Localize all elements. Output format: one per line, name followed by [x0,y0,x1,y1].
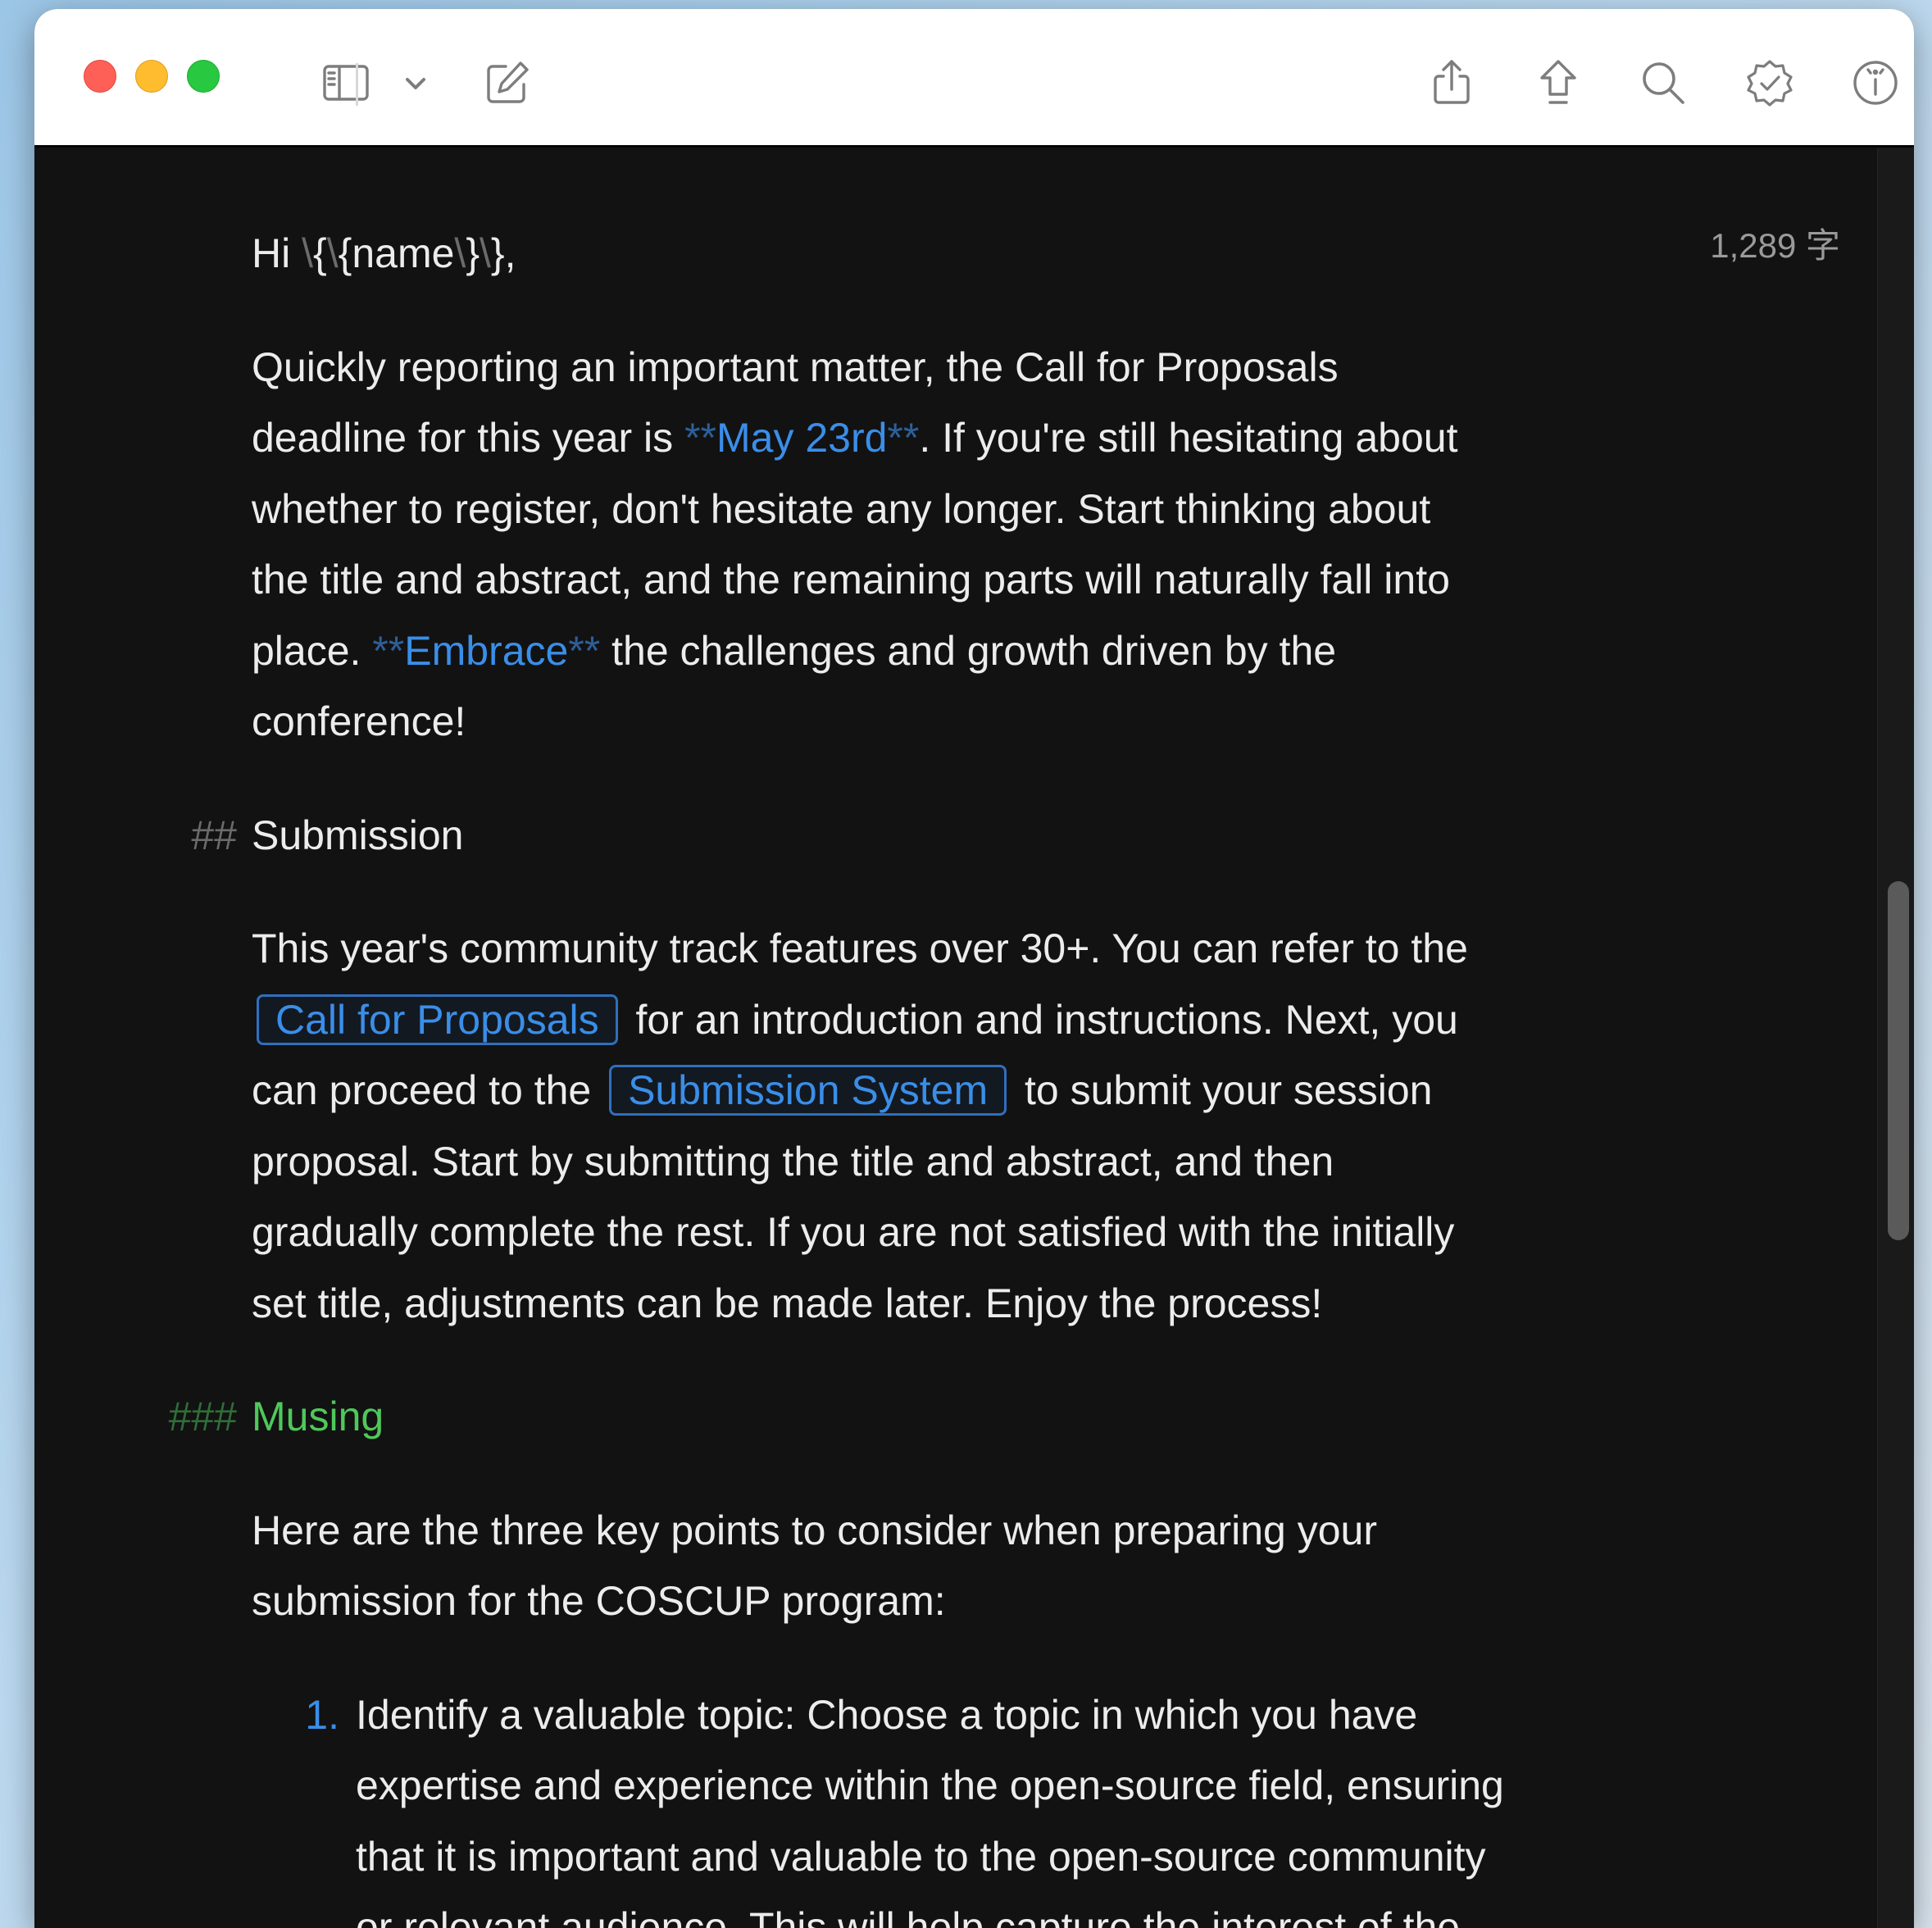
info-icon[interactable] [1849,57,1902,109]
list-item: 1. Identify a valuable topic: Choose a t… [252,1680,1662,1928]
sidebar-icon[interactable] [320,57,372,109]
minimize-window-button[interactable] [135,60,168,93]
share-icon[interactable] [1425,57,1478,109]
bold-embrace: Embrace [404,627,569,674]
zoom-window-button[interactable] [187,60,220,93]
compose-icon[interactable] [481,57,534,109]
greeting-line: Hi \{\{name\}\}, [252,230,516,276]
scrollbar-thumb[interactable] [1888,881,1909,1240]
export-icon[interactable] [1532,57,1584,109]
heading-marker: ### [168,1394,237,1439]
call-for-proposals-link[interactable]: Call for Proposals [257,994,618,1045]
editor-content[interactable]: 1,289 字 Hi \{\{name\}\}, Quickly reporti… [34,148,1914,1928]
vertical-scrollbar[interactable] [1877,148,1914,1928]
submission-system-link[interactable]: Submission System [609,1065,1007,1116]
close-window-button[interactable] [84,60,116,93]
word-count: 1,289 字 [1710,226,1840,265]
list-number: 1. [305,1691,339,1738]
paragraph-submission: This year's community track features ove… [252,925,1468,1326]
paragraph-key-points: Here are the three key points to conside… [252,1507,1377,1625]
bold-date: May 23rd [716,415,888,461]
title-bar [34,9,1914,148]
editor-window: 1,289 字 Hi \{\{name\}\}, Quickly reporti… [34,9,1914,1928]
chevron-down-icon[interactable] [389,57,442,109]
heading-marker: ## [191,812,237,858]
markdown-document[interactable]: Hi \{\{name\}\}, Quickly reporting an im… [169,218,1662,1928]
toolbar-separator [356,63,358,106]
heading-musing: ### Musing [169,1381,1662,1453]
badge-check-icon[interactable] [1743,57,1796,109]
heading-submission: ## Submission [191,800,1662,871]
search-icon[interactable] [1637,57,1689,109]
paragraph-deadline: Quickly reporting an important matter, t… [252,343,1458,745]
